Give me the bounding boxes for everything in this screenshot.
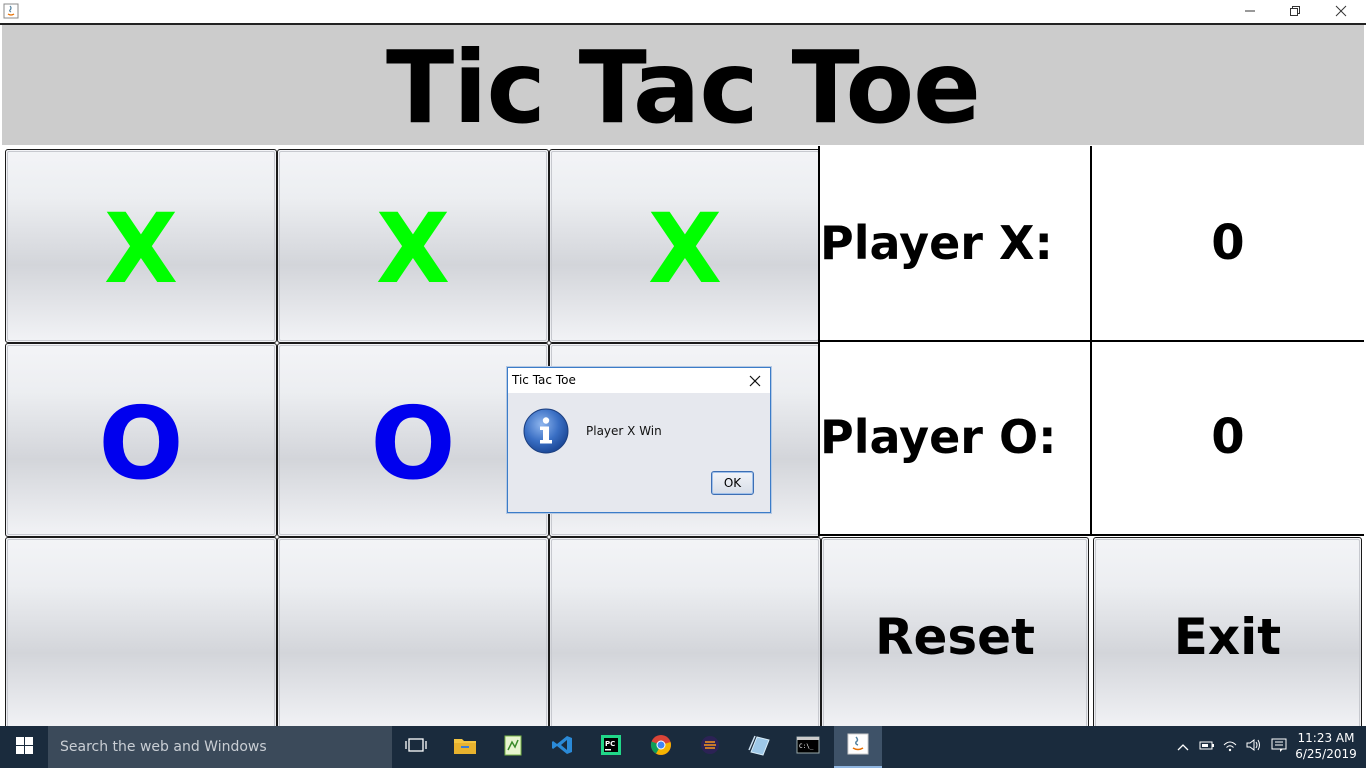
- board-mark: O: [98, 384, 184, 502]
- task-view-icon: [405, 736, 427, 758]
- player-o-score-cell: 0: [1090, 340, 1364, 534]
- wifi-icon: [1222, 738, 1238, 756]
- taskbar-java[interactable]: [834, 726, 882, 768]
- board-cell-2[interactable]: X: [277, 149, 549, 343]
- notification-icon: [1271, 738, 1287, 756]
- exit-label: Exit: [1173, 608, 1282, 666]
- message-dialog: Tic Tac Toe Player X Win OK: [507, 367, 771, 513]
- taskbar-files[interactable]: [735, 726, 783, 768]
- chevron-up-icon: [1177, 740, 1189, 755]
- taskbar-clock[interactable]: 11:23 AM 6/25/2019: [1294, 730, 1358, 762]
- taskbar-chrome[interactable]: [637, 726, 685, 768]
- player-x-label-cell: Player X:: [818, 146, 1090, 340]
- ok-button[interactable]: OK: [711, 471, 754, 495]
- player-o-label: Player O:: [820, 410, 1057, 464]
- svg-text:PC: PC: [605, 740, 615, 748]
- chrome-icon: [650, 734, 672, 760]
- ok-label: OK: [723, 476, 742, 490]
- board-mark: X: [647, 193, 722, 305]
- taskbar: Search the web and Windows PC C:\_ 11:23…: [0, 726, 1366, 768]
- board-mark: O: [370, 384, 456, 502]
- board-cell-1[interactable]: X: [5, 149, 277, 343]
- dialog-close-button[interactable]: [742, 370, 768, 392]
- dialog-message: Player X Win: [586, 424, 662, 438]
- game-header: Tic Tac Toe: [2, 25, 1364, 146]
- battery-icon: [1199, 739, 1215, 755]
- minimize-icon: [1244, 2, 1256, 21]
- taskbar-file-explorer[interactable]: [441, 726, 489, 768]
- taskbar-terminal[interactable]: C:\_: [784, 726, 832, 768]
- java-icon: [3, 3, 19, 19]
- minimize-button[interactable]: [1227, 0, 1273, 23]
- close-icon: [749, 372, 761, 391]
- info-icon: [523, 408, 569, 454]
- files-icon: [747, 734, 771, 760]
- clock-date: 6/25/2019: [1295, 747, 1357, 761]
- taskbar-vscode[interactable]: [538, 726, 586, 768]
- board-mark: X: [375, 193, 450, 305]
- terminal-icon: C:\_: [796, 735, 820, 759]
- dialog-title: Tic Tac Toe: [512, 373, 576, 387]
- divider: [818, 340, 1364, 342]
- restore-icon: [1289, 2, 1301, 21]
- dialog-titlebar: Tic Tac Toe: [508, 368, 770, 393]
- board-cell-8[interactable]: [277, 537, 549, 731]
- reset-label: Reset: [875, 608, 1035, 666]
- game-title: Tic Tac Toe: [386, 28, 981, 146]
- board-mark: X: [103, 193, 178, 305]
- exit-button[interactable]: Exit: [1093, 537, 1362, 731]
- taskbar-pycharm[interactable]: PC: [587, 726, 635, 768]
- java-icon: [846, 732, 870, 760]
- restore-button[interactable]: [1272, 0, 1318, 23]
- show-hidden-icons-button[interactable]: [1175, 738, 1191, 756]
- window-titlebar: [0, 0, 1366, 23]
- task-view-button[interactable]: [392, 726, 440, 768]
- player-x-score: 0: [1211, 215, 1245, 271]
- reset-button[interactable]: Reset: [821, 537, 1089, 731]
- notepad-plus-icon: [502, 734, 524, 760]
- board-cell-3[interactable]: X: [549, 149, 821, 343]
- windows-logo-icon: [15, 736, 33, 758]
- board-cell-7[interactable]: [5, 537, 277, 731]
- player-o-label-cell: Player O:: [818, 340, 1090, 534]
- close-icon: [1335, 2, 1347, 21]
- search-placeholder: Search the web and Windows: [60, 739, 267, 755]
- volume-button[interactable]: [1246, 738, 1262, 756]
- eclipse-icon: [699, 734, 721, 760]
- player-x-label: Player X:: [820, 216, 1053, 270]
- speaker-icon: [1246, 738, 1262, 756]
- taskbar-eclipse[interactable]: [686, 726, 734, 768]
- vscode-icon: [551, 734, 573, 760]
- close-button[interactable]: [1318, 0, 1364, 23]
- battery-button[interactable]: [1199, 738, 1215, 756]
- file-explorer-icon: [453, 735, 477, 759]
- svg-text:C:\_: C:\_: [799, 743, 814, 750]
- board-cell-4[interactable]: O: [5, 343, 277, 537]
- pycharm-icon: PC: [600, 734, 622, 760]
- network-button[interactable]: [1222, 738, 1238, 756]
- board-cell-9[interactable]: [549, 537, 821, 731]
- start-button[interactable]: [0, 726, 48, 768]
- action-center-button[interactable]: [1271, 738, 1287, 756]
- taskbar-notepad-plus[interactable]: [489, 726, 537, 768]
- divider: [818, 534, 1364, 536]
- clock-time: 11:23 AM: [1297, 731, 1355, 745]
- player-o-score: 0: [1211, 409, 1245, 465]
- search-input[interactable]: Search the web and Windows: [48, 726, 392, 768]
- player-x-score-cell: 0: [1090, 146, 1364, 340]
